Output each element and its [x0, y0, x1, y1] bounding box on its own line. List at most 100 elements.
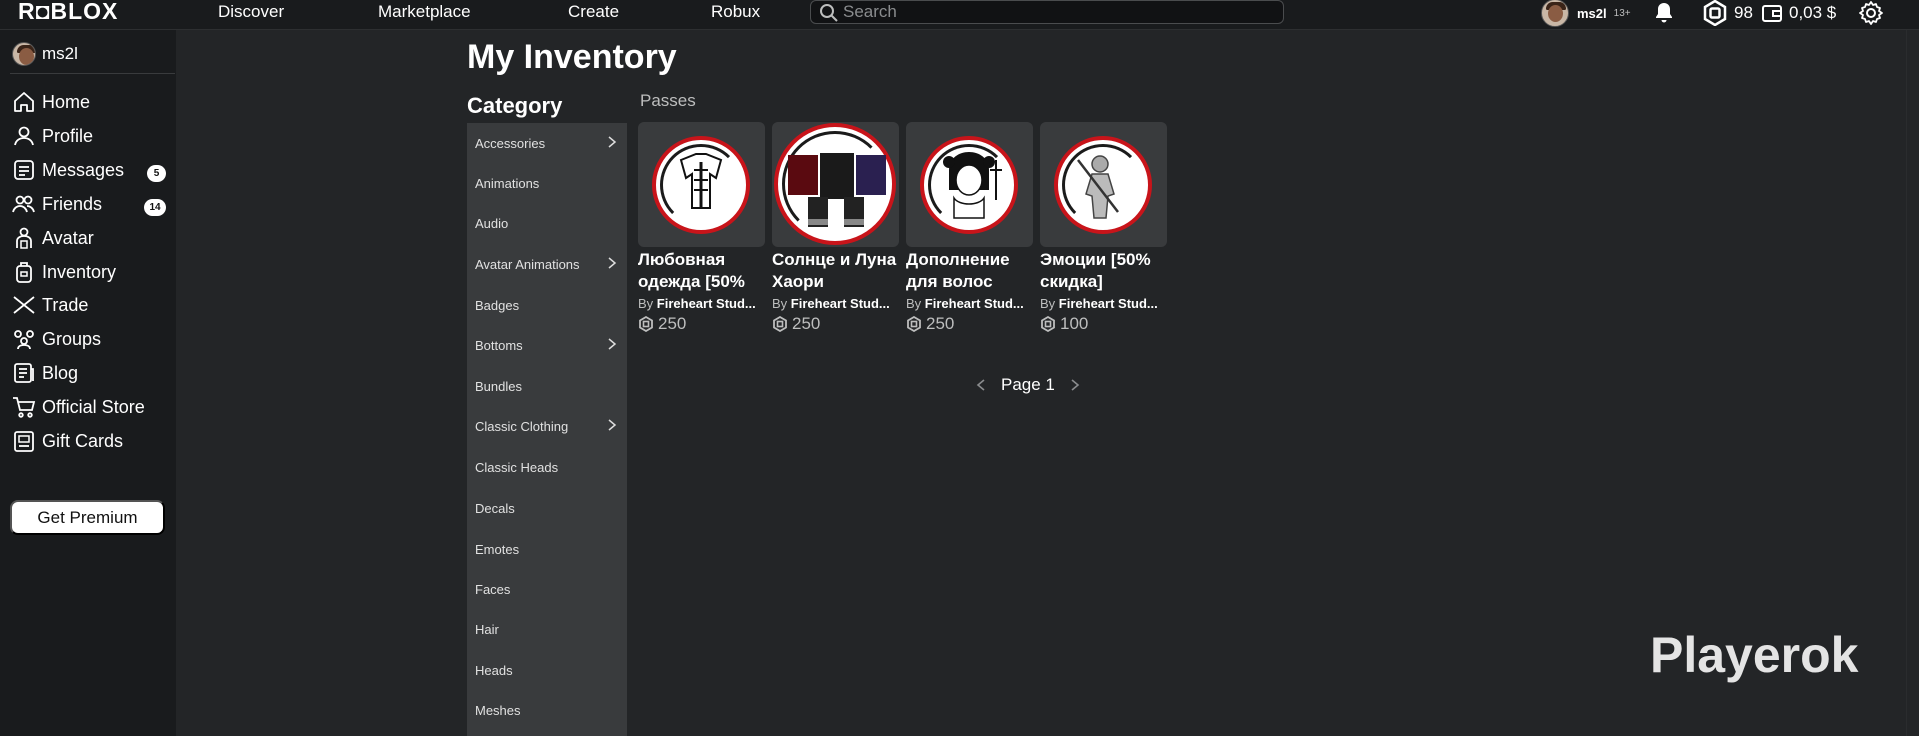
sidebar-item-inventory[interactable]: Inventory [12, 258, 116, 286]
sidebar-item-official-store[interactable]: Official Store [12, 393, 145, 421]
item-card[interactable]: Дополнение для волос By Fireheart Stud..… [906, 122, 1033, 334]
friends-count-badge: 14 [144, 199, 166, 216]
sidebar-item-trade[interactable]: Trade [12, 291, 88, 319]
page-indicator: Page 1 [1001, 375, 1055, 394]
item-card[interactable]: Солнце и Луна Хаори By Fireheart Stud...… [772, 122, 899, 334]
item-creator[interactable]: By Fireheart Stud... [638, 296, 765, 311]
notifications-button[interactable] [1652, 0, 1676, 26]
settings-button[interactable] [1858, 0, 1884, 26]
robux-icon [639, 316, 653, 332]
category-classic-clothing[interactable]: Classic Clothing [475, 416, 625, 436]
user-menu[interactable]: ms2l 13+ [1541, 0, 1631, 27]
price-value: 100 [1060, 314, 1089, 333]
roblox-logo[interactable]: R◘BLOX [18, 0, 118, 23]
sidebar-item-friends[interactable]: Friends [12, 190, 102, 218]
price-value: 250 [658, 314, 687, 333]
chevron-right-icon [608, 419, 617, 431]
page-title: My Inventory [467, 38, 677, 76]
sidebar-divider [10, 73, 175, 74]
sidebar-item-label: Friends [42, 193, 103, 214]
robux-button[interactable]: 98 [1702, 0, 1753, 26]
item-name[interactable]: Любовная одежда [50% [638, 249, 765, 293]
messages-icon [14, 160, 34, 180]
home-icon [14, 92, 34, 112]
category-faces[interactable]: Faces [475, 579, 625, 599]
item-name[interactable]: Дополнение для волос [906, 249, 1033, 293]
item-name[interactable]: Солнце и Луна Хаори [772, 249, 899, 293]
creator-name[interactable]: Fireheart Stud... [1059, 296, 1158, 311]
nav-marketplace[interactable]: Marketplace [378, 2, 471, 22]
sidebar-item-groups[interactable]: Groups [12, 325, 101, 353]
category-label: Animations [475, 175, 540, 191]
store-icon [13, 397, 36, 418]
category-classic-heads[interactable]: Classic Heads [475, 457, 625, 477]
creator-name[interactable]: Fireheart Stud... [791, 296, 890, 311]
avatar [12, 42, 36, 66]
category-audio[interactable]: Audio [475, 213, 625, 233]
sidebar-item-label: Groups [42, 328, 102, 349]
item-creator[interactable]: By Fireheart Stud... [1040, 296, 1167, 311]
item-creator[interactable]: By Fireheart Stud... [906, 296, 1033, 311]
inventory-icon [16, 262, 32, 283]
trade-icon [13, 296, 35, 314]
chevron-right-icon[interactable] [1069, 378, 1081, 392]
category-animations[interactable]: Animations [475, 173, 625, 193]
item-price: 250 [638, 314, 765, 334]
category-accessories[interactable]: Accessories [475, 133, 625, 153]
category-decals[interactable]: Decals [475, 498, 625, 518]
scrollbar[interactable] [1906, 30, 1919, 736]
creator-name[interactable]: Fireheart Stud... [925, 296, 1024, 311]
sidebar-username: ms2l [42, 44, 78, 63]
sidebar-item-label: Profile [42, 125, 94, 146]
messages-count-badge: 5 [147, 165, 166, 182]
category-badges[interactable]: Badges [475, 295, 625, 315]
chevron-left-icon[interactable] [975, 378, 987, 392]
sidebar-item-profile[interactable]: Profile [12, 122, 93, 150]
item-card[interactable]: Эмоции [50% скидка] By Fireheart Stud...… [1040, 122, 1167, 334]
item-name[interactable]: Эмоции [50% скидка] [1040, 249, 1167, 293]
nav-robux[interactable]: Robux [711, 2, 760, 22]
sidebar: ms2l Home Profile Messages 5 Friends 14 … [0, 30, 176, 736]
bell-icon [1656, 3, 1672, 23]
sidebar-item-avatar[interactable]: Avatar [12, 224, 94, 252]
category-bundles[interactable]: Bundles [475, 376, 625, 396]
sidebar-item-label: Home [42, 91, 91, 112]
get-premium-button[interactable]: Get Premium [10, 500, 165, 535]
category-meshes[interactable]: Meshes [475, 700, 625, 720]
blog-icon [14, 363, 34, 383]
item-creator[interactable]: By Fireheart Stud... [772, 296, 899, 311]
nav-discover[interactable]: Discover [218, 2, 284, 22]
gift-cards-icon [14, 431, 34, 452]
creator-name[interactable]: Fireheart Stud... [657, 296, 756, 311]
robux-icon [907, 316, 921, 332]
category-bottoms[interactable]: Bottoms [475, 335, 625, 355]
sidebar-item-blog[interactable]: Blog [12, 359, 78, 387]
sidebar-user[interactable]: ms2l [12, 42, 78, 66]
sidebar-item-label: Trade [42, 294, 89, 315]
category-label: Bundles [475, 378, 522, 394]
category-label: Bottoms [475, 337, 523, 353]
item-price: 250 [772, 314, 899, 334]
item-card[interactable]: Любовная одежда [50% By Fireheart Stud..… [638, 122, 765, 334]
wallet-button[interactable]: 0,03 $ [1761, 0, 1836, 26]
search-box[interactable] [810, 0, 1284, 24]
robux-icon [1041, 316, 1055, 332]
search-input[interactable] [843, 2, 1273, 22]
category-avatar-animations[interactable]: Avatar Animations [475, 254, 625, 274]
nav-create[interactable]: Create [568, 2, 619, 22]
friends-icon [12, 195, 35, 213]
sidebar-item-label: Official Store [42, 396, 145, 417]
item-price: 100 [1040, 314, 1167, 334]
category-hair[interactable]: Hair [475, 619, 625, 639]
chevron-right-icon [608, 257, 617, 269]
search-icon [820, 4, 838, 22]
sidebar-item-messages[interactable]: Messages [12, 156, 124, 184]
category-label: Classic Heads [475, 459, 559, 475]
sidebar-item-label: Blog [42, 362, 79, 383]
sidebar-item-gift-cards[interactable]: Gift Cards [12, 427, 123, 455]
category-label: Heads [475, 662, 513, 678]
category-label: Hair [475, 621, 499, 637]
sidebar-item-home[interactable]: Home [12, 88, 90, 116]
category-emotes[interactable]: Emotes [475, 539, 625, 559]
category-heads[interactable]: Heads [475, 660, 625, 680]
